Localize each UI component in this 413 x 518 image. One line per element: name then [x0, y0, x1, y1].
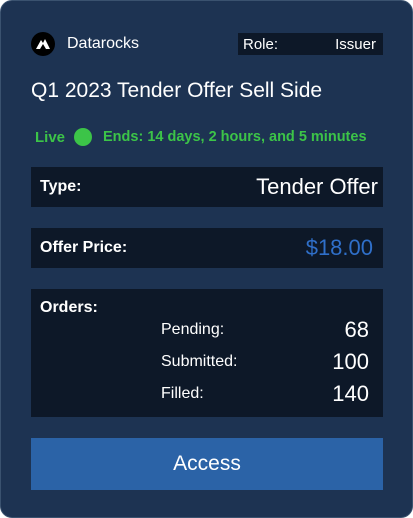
offer-card: Datarocks Role: Issuer Q1 2023 Tender Of… — [0, 0, 413, 518]
role-value: Issuer — [335, 35, 376, 53]
order-row-pending: Pending: 68 — [161, 316, 369, 344]
status-row: Live Ends: 14 days, 2 hours, and 5 minut… — [35, 127, 367, 147]
role-indicator: Role: Issuer — [238, 33, 383, 55]
order-count: 100 — [332, 349, 369, 374]
order-row-submitted: Submitted: 100 — [161, 348, 369, 376]
offer-title: Q1 2023 Tender Offer Sell Side — [31, 79, 323, 102]
ends-countdown: Ends: 14 days, 2 hours, and 5 minutes — [103, 129, 367, 145]
order-name: Filled: — [161, 385, 204, 402]
brand-name: Datarocks — [67, 35, 140, 52]
offer-price-panel: Offer Price: $18.00 — [31, 228, 383, 268]
offer-price-value: $18.00 — [305, 235, 373, 260]
brand: Datarocks — [31, 32, 139, 56]
orders-panel: Orders: Pending: 68 Submitted: 100 Fille… — [31, 289, 383, 417]
order-name: Pending: — [161, 321, 225, 338]
type-label: Type: — [40, 178, 82, 195]
role-label: Role: — [243, 35, 279, 53]
order-count: 68 — [344, 317, 369, 342]
live-status-dot-icon — [74, 128, 93, 146]
type-panel: Type: Tender Offer — [31, 167, 383, 207]
access-button[interactable]: Access — [31, 438, 383, 490]
offer-price-label: Offer Price: — [40, 239, 128, 256]
order-row-filled: Filled: 140 — [161, 380, 369, 408]
orders-label: Orders: — [40, 299, 98, 316]
mountain-logo-icon — [31, 32, 55, 56]
order-name: Submitted: — [161, 353, 238, 370]
live-label: Live — [35, 128, 66, 146]
order-count: 140 — [332, 381, 369, 406]
type-value: Tender Offer — [256, 174, 378, 199]
